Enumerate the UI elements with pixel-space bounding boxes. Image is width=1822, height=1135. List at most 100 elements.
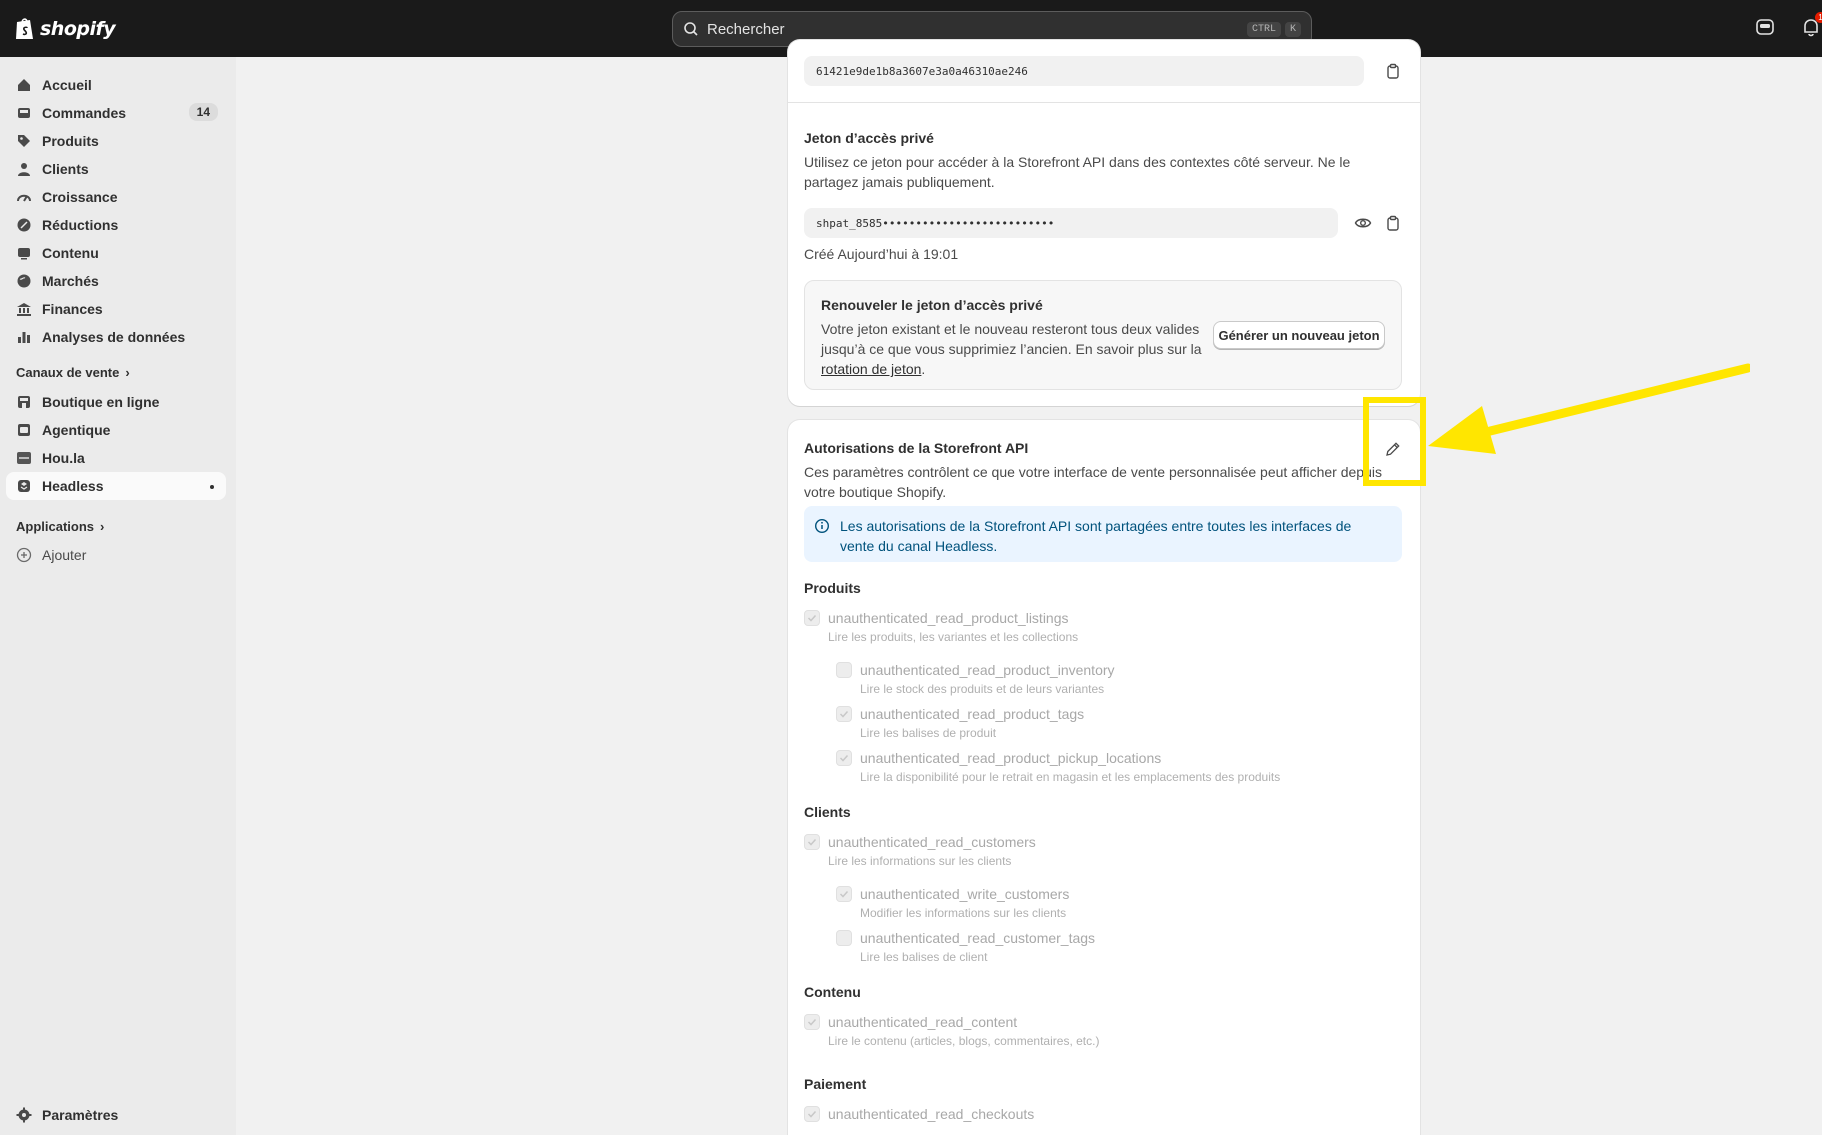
- token-rotation-link[interactable]: rotation de jeton: [821, 361, 921, 377]
- private-token-value: shpat_8585••••••••••••••••••••••••••: [816, 216, 1055, 230]
- permission-description: Lire les balises de client: [860, 950, 988, 964]
- sidebar-item-produits[interactable]: Produits: [6, 127, 226, 155]
- checkbox-checked[interactable]: [804, 1106, 820, 1122]
- add-app-button[interactable]: Ajouter: [6, 541, 226, 569]
- headless-icon: [18, 480, 30, 492]
- public-token-value: 61421e9de1b8a3607e3a0a46310ae246: [816, 64, 1028, 78]
- checkbox-checked[interactable]: [836, 886, 852, 902]
- permission-description: Lire les informations sur les clients: [828, 854, 1012, 868]
- sidebar-item-finances[interactable]: Finances: [6, 295, 226, 323]
- sidebar-item-contenu[interactable]: Contenu: [6, 239, 226, 267]
- divider: [788, 102, 1420, 103]
- permission-read-checkouts[interactable]: unauthenticated_read_checkouts: [804, 1104, 1034, 1124]
- sidebar-item-label: Marchés: [42, 273, 99, 289]
- permission-name: unauthenticated_read_product_listings: [828, 610, 1069, 626]
- sidebar-item-clients[interactable]: Clients: [6, 155, 226, 183]
- notification-badge: 1: [1815, 12, 1822, 23]
- sidebar-item-accueil[interactable]: Accueil: [6, 71, 226, 99]
- permission-write-customers[interactable]: unauthenticated_write_customers Modifier …: [836, 884, 1069, 922]
- checkbox-checked[interactable]: [836, 750, 852, 766]
- permission-read-product-tags[interactable]: unauthenticated_read_product_tags Lire le…: [836, 704, 1084, 742]
- info-line: vente du canal Headless.: [840, 538, 998, 554]
- sidebar-item-commandes[interactable]: Commandes 14: [6, 99, 226, 127]
- applications-header[interactable]: Applications ›: [16, 519, 104, 534]
- kbd-ctrl: CTRL: [1246, 21, 1281, 37]
- chevron-right-icon: ›: [125, 365, 130, 380]
- annotation-highlight-box: [1363, 397, 1426, 486]
- home-icon: [18, 79, 30, 91]
- sidebar-item-label: Ajouter: [42, 547, 87, 563]
- private-token-title: Jeton d’accès privé: [804, 130, 934, 146]
- sidekick-button[interactable]: [1754, 16, 1776, 38]
- content-icon: [18, 248, 30, 260]
- bank-icon: [17, 303, 31, 316]
- sidekick-icon: [1756, 19, 1774, 35]
- sidebar-item-boutique-en-ligne[interactable]: Boutique en ligne: [6, 388, 226, 416]
- search-icon: [684, 22, 698, 36]
- sidebar: Accueil Commandes 14 Produits Clients Cr…: [0, 57, 236, 1135]
- discount-icon: [17, 218, 31, 232]
- sidebar-item-label: Headless: [42, 478, 104, 494]
- sidebar-item-houla[interactable]: Hou.la: [6, 444, 226, 472]
- sidebar-item-label: Boutique en ligne: [42, 394, 160, 410]
- permission-description: Lire le stock des produits et de leurs v…: [860, 682, 1105, 696]
- checkbox-checked[interactable]: [804, 834, 820, 850]
- permission-read-customer-tags[interactable]: unauthenticated_read_customer_tags Lire l…: [836, 928, 1095, 966]
- renew-token-title: Renouveler le jeton d’accès privé: [821, 297, 1043, 313]
- checkbox-checked[interactable]: [804, 610, 820, 626]
- permission-description: Lire le contenu (articles, blogs, commen…: [828, 1034, 1100, 1048]
- sidebar-item-label: Contenu: [42, 245, 99, 261]
- sidebar-item-croissance[interactable]: Croissance: [6, 183, 226, 211]
- plus-circle-icon: [16, 547, 32, 563]
- permission-name: unauthenticated_write_customers: [860, 886, 1070, 902]
- search-placeholder: Rechercher: [707, 20, 785, 38]
- checkbox-unchecked[interactable]: [836, 662, 852, 678]
- public-token-field[interactable]: 61421e9de1b8a3607e3a0a46310ae246: [804, 56, 1364, 86]
- shopify-logo[interactable]: shopify: [14, 16, 116, 41]
- description-line: rotation de jeton.: [821, 359, 1211, 379]
- section-products: Produits: [804, 580, 861, 596]
- permission-read-content[interactable]: unauthenticated_read_content Lire le cont…: [804, 1012, 1099, 1050]
- sidebar-item-label: Commandes: [42, 105, 127, 121]
- info-banner: Les autorisations de la Storefront API s…: [804, 506, 1402, 562]
- sidebar-item-parametres[interactable]: Paramètres: [6, 1101, 226, 1129]
- copy-icon[interactable]: [1384, 214, 1402, 232]
- tag-icon: [18, 135, 30, 147]
- notifications-button[interactable]: 1: [1800, 12, 1822, 38]
- info-icon: [814, 518, 830, 534]
- active-dot: [210, 485, 214, 489]
- sidebar-item-marches[interactable]: Marchés: [6, 267, 226, 295]
- permission-description: Lire les balises de produit: [860, 726, 997, 740]
- permission-read-customers[interactable]: unauthenticated_read_customers Lire les i…: [804, 832, 1036, 870]
- renew-token-description: Votre jeton existant et le nouveau reste…: [821, 319, 1211, 379]
- agent-icon: [18, 424, 30, 436]
- permission-read-product-listings[interactable]: unauthenticated_read_product_listings Lir…: [804, 608, 1078, 646]
- checkbox-checked[interactable]: [836, 706, 852, 722]
- generate-new-token-button[interactable]: Générer un nouveau jeton: [1213, 321, 1385, 349]
- sidebar-item-headless[interactable]: Headless: [6, 472, 226, 500]
- person-icon: [18, 163, 30, 176]
- sidebar-item-label: Clients: [42, 161, 89, 177]
- description-line: votre boutique Shopify.: [804, 484, 947, 500]
- description-line: partagez jamais publiquement.: [804, 174, 995, 190]
- permission-name: unauthenticated_read_customer_tags: [860, 930, 1096, 946]
- permissions-title: Autorisations de la Storefront API: [804, 440, 1029, 456]
- sales-channels-header[interactable]: Canaux de vente ›: [16, 365, 130, 380]
- sidebar-item-reductions[interactable]: Réductions: [6, 211, 226, 239]
- permission-name: unauthenticated_read_customers: [828, 834, 1036, 850]
- permissions-description: Ces paramètres contrôlent ce que votre i…: [804, 462, 1408, 502]
- sidebar-item-agentique[interactable]: Agentique: [6, 416, 226, 444]
- copy-icon[interactable]: [1384, 62, 1402, 80]
- eye-icon[interactable]: [1354, 214, 1372, 232]
- section-label: Applications: [16, 519, 95, 534]
- permission-name: unauthenticated_read_checkouts: [828, 1106, 1035, 1122]
- checkbox-checked[interactable]: [804, 1014, 820, 1030]
- houla-app-icon: [17, 452, 31, 464]
- permission-read-product-pickup-locations[interactable]: unauthenticated_read_product_pickup_loca…: [836, 748, 1280, 786]
- checkbox-unchecked[interactable]: [836, 930, 852, 946]
- private-token-field[interactable]: shpat_8585••••••••••••••••••••••••••: [804, 208, 1338, 238]
- kbd-k: K: [1284, 21, 1301, 37]
- sidebar-item-analyses[interactable]: Analyses de données: [6, 323, 226, 351]
- permission-description: Lire la disponibilité pour le retrait en…: [860, 770, 1281, 784]
- permission-read-product-inventory[interactable]: unauthenticated_read_product_inventory Li…: [836, 660, 1115, 698]
